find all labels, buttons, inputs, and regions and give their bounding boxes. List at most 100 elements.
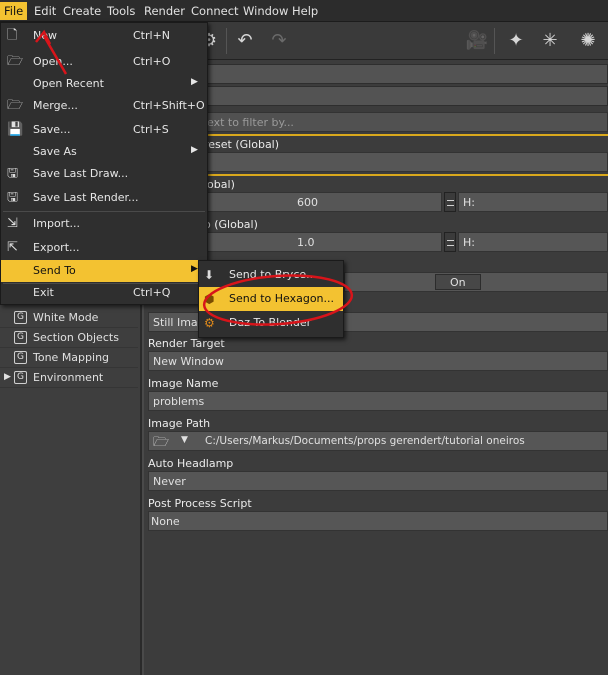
submenu-arrow-icon: ▶ bbox=[191, 264, 198, 274]
menu-connect[interactable]: Connect bbox=[191, 4, 239, 20]
ratio-height-field[interactable]: H: bbox=[458, 232, 608, 252]
menu-item-exit[interactable]: Exit Ctrl+Q bbox=[1, 282, 207, 304]
menu-item-save[interactable]: 💾 Save... Ctrl+S bbox=[1, 119, 207, 141]
menu-item-export[interactable]: ⇱ Export... bbox=[1, 237, 207, 259]
height-label: H: bbox=[463, 196, 475, 209]
image-path-field[interactable]: 🗁 ▼ C:/Users/Markus/Documents/props gere… bbox=[148, 431, 608, 451]
toolbar-separator bbox=[226, 28, 227, 54]
left-panel-item[interactable]: ▶ G Environment bbox=[0, 368, 138, 388]
filter-input[interactable]: ext to filter by... bbox=[204, 112, 608, 132]
menu-item-shortcut: Ctrl+N bbox=[133, 29, 171, 42]
menu-item-label: Save As bbox=[33, 145, 77, 158]
post-process-value: None bbox=[151, 515, 180, 528]
image-path-value: C:/Users/Markus/Documents/props gerender… bbox=[205, 435, 525, 447]
menu-item-label: Export... bbox=[33, 241, 80, 254]
menu-item-save-last-render[interactable]: 🖫 Save Last Render... bbox=[1, 187, 207, 209]
folder-icon[interactable]: 🗁 bbox=[153, 433, 169, 455]
left-panel-item[interactable]: G White Mode bbox=[0, 308, 138, 328]
menubar: File Edit Create Tools Render Connect Wi… bbox=[0, 0, 608, 22]
menu-item-label: Daz To Blender bbox=[229, 316, 312, 329]
menu-separator bbox=[3, 211, 205, 212]
post-process-field[interactable]: None bbox=[148, 511, 608, 531]
menu-item-open-recent[interactable]: Open Recent ▶ bbox=[1, 73, 207, 95]
image-name-field[interactable]: problems bbox=[148, 391, 608, 411]
menu-item-new[interactable]: 🗋 New Ctrl+N bbox=[1, 25, 207, 47]
import-icon: ⇲ bbox=[7, 216, 18, 231]
save-draw-icon: 🖫 bbox=[7, 166, 19, 181]
hexagon-icon: ⬢ bbox=[204, 292, 215, 306]
menu-item-shortcut: Ctrl+S bbox=[133, 123, 169, 136]
menu-item-import[interactable]: ⇲ Import... bbox=[1, 213, 207, 235]
menu-item-save-last-draw[interactable]: 🖫 Save Last Draw... bbox=[1, 163, 207, 185]
menu-item-label: Save Last Render... bbox=[33, 191, 139, 204]
preset-field[interactable] bbox=[204, 152, 608, 172]
render-target-field[interactable]: New Window bbox=[148, 351, 608, 371]
render-settings-panel: ext to filter by... reset (Global) lobal… bbox=[144, 60, 608, 675]
menu-item-label: Merge... bbox=[33, 99, 78, 112]
toggle-field[interactable]: On bbox=[344, 272, 608, 292]
spin-button[interactable] bbox=[444, 192, 456, 212]
menu-window[interactable]: Window bbox=[243, 4, 288, 20]
toggle-value: On bbox=[450, 276, 466, 289]
menu-item-daz-to-blender[interactable]: ⚙ Daz To Blender bbox=[199, 311, 343, 335]
menu-item-open[interactable]: 🗁 Open... Ctrl+O bbox=[1, 51, 207, 73]
auto-headlamp-field[interactable]: Never bbox=[148, 471, 608, 491]
menu-render[interactable]: Render bbox=[144, 4, 185, 20]
menu-item-label: Open Recent bbox=[33, 77, 104, 90]
menu-item-label: Exit bbox=[33, 286, 54, 299]
save-icon: 💾 bbox=[7, 122, 24, 137]
menu-item-label: Save Last Draw... bbox=[33, 167, 129, 180]
group-icon: G bbox=[14, 331, 27, 344]
left-panel-item-label: Tone Mapping bbox=[33, 351, 110, 364]
menu-item-label: Save... bbox=[33, 123, 71, 136]
open-folder-icon: 🗁 bbox=[7, 54, 24, 69]
group-icon: G bbox=[14, 351, 27, 364]
export-icon: ⇱ bbox=[7, 240, 18, 255]
bryce-icon: ⬇ bbox=[204, 268, 215, 282]
ratio-width-field[interactable]: 1.0 bbox=[204, 232, 442, 252]
section-divider bbox=[144, 134, 608, 136]
send-to-submenu: ⬇ Send to Bryce... ⬢ Send to Hexagon... … bbox=[198, 260, 344, 338]
panel-header-bar bbox=[144, 64, 608, 84]
toggle-button[interactable]: On bbox=[435, 274, 481, 290]
menu-help[interactable]: Help bbox=[292, 4, 318, 20]
width-field[interactable]: 600 bbox=[204, 192, 442, 212]
menu-item-label: Send To bbox=[33, 264, 76, 277]
submenu-arrow-icon: ▶ bbox=[191, 77, 198, 87]
left-panel-item[interactable]: G Section Objects bbox=[0, 328, 138, 348]
filter-placeholder: ext to filter by... bbox=[207, 116, 294, 129]
distant-light-icon[interactable]: ✺ bbox=[575, 28, 601, 54]
menu-item-label: New bbox=[33, 29, 57, 42]
menu-create[interactable]: Create bbox=[63, 4, 101, 20]
menu-edit[interactable]: Edit bbox=[34, 4, 56, 20]
menu-file[interactable]: File bbox=[0, 2, 28, 20]
blender-icon: ⚙ bbox=[204, 316, 215, 330]
submenu-arrow-icon: ▶ bbox=[191, 145, 198, 155]
menu-item-label: Send to Bryce... bbox=[229, 268, 317, 281]
menu-item-send-to-bryce[interactable]: ⬇ Send to Bryce... bbox=[199, 263, 343, 287]
point-light-icon[interactable]: ✳ bbox=[537, 28, 563, 54]
save-render-icon: 🖫 bbox=[7, 190, 19, 205]
expand-arrow-icon[interactable]: ▶ bbox=[4, 372, 11, 382]
camera-icon[interactable]: 🎥 bbox=[464, 28, 490, 54]
file-menu: 🗋 New Ctrl+N 🗁 Open... Ctrl+O Open Recen… bbox=[0, 22, 208, 305]
left-panel-item-label: White Mode bbox=[33, 311, 99, 324]
toolbar-separator bbox=[494, 28, 495, 54]
menu-item-save-as[interactable]: Save As ▶ bbox=[1, 141, 207, 163]
menu-item-merge[interactable]: 🗁 Merge... Ctrl+Shift+O bbox=[1, 95, 207, 117]
menu-item-shortcut: Ctrl+O bbox=[133, 55, 171, 68]
dropdown-arrow-icon[interactable]: ▼ bbox=[181, 435, 188, 445]
menu-item-send-to[interactable]: Send To ▶ bbox=[1, 260, 207, 282]
spin-button[interactable] bbox=[444, 232, 456, 252]
left-panel-item-label: Section Objects bbox=[33, 331, 119, 344]
menu-item-send-to-hexagon[interactable]: ⬢ Send to Hexagon... bbox=[199, 287, 343, 311]
image-name-value: problems bbox=[153, 395, 205, 408]
group-icon: G bbox=[14, 311, 27, 324]
redo-icon[interactable]: ↷ bbox=[266, 28, 292, 54]
height-field[interactable]: H: bbox=[458, 192, 608, 212]
menu-item-shortcut: Ctrl+Q bbox=[133, 286, 171, 299]
spotlight-icon[interactable]: ✦ bbox=[503, 28, 529, 54]
menu-tools[interactable]: Tools bbox=[107, 4, 135, 20]
undo-icon[interactable]: ↶ bbox=[232, 28, 258, 54]
left-panel-item[interactable]: G Tone Mapping bbox=[0, 348, 138, 368]
